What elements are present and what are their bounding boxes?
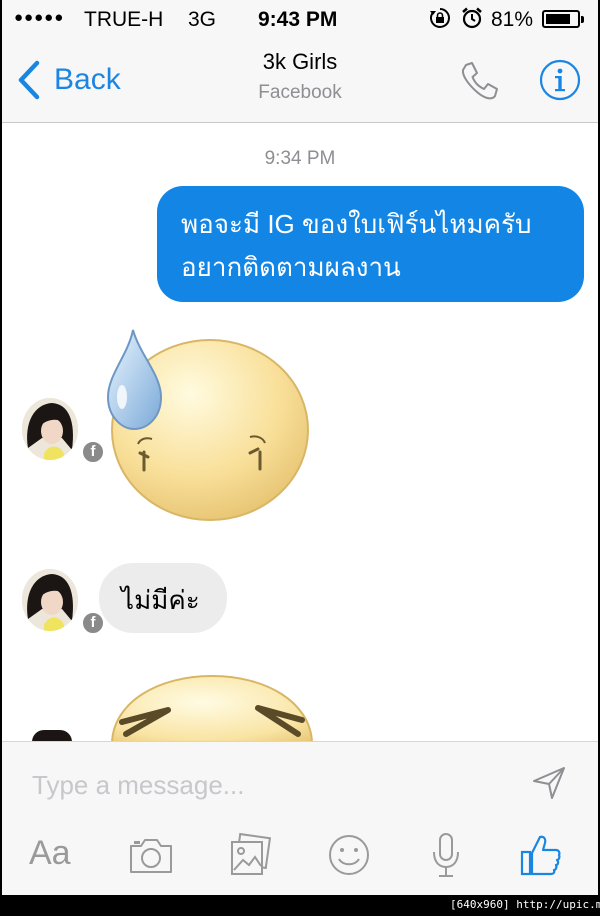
composer-toolbar: Aa bbox=[2, 832, 598, 882]
like-icon[interactable] bbox=[520, 832, 562, 878]
emoji-icon[interactable] bbox=[327, 832, 371, 878]
message-composer: Aa bbox=[2, 741, 598, 895]
nav-bar: Back 3k Girls Facebook bbox=[2, 40, 598, 123]
outgoing-message-bubble[interactable]: พอจะมี IG ของใบเฟิร์นไหมครับ อยากติดตามผ… bbox=[157, 186, 584, 302]
contact-avatar[interactable]: f bbox=[22, 398, 105, 464]
message-timestamp: 9:34 PM bbox=[264, 148, 336, 169]
watermark-text: [640x960] http://upic.me/ bbox=[450, 898, 600, 911]
camera-icon[interactable] bbox=[128, 832, 174, 878]
battery-fill bbox=[546, 14, 570, 24]
battery-icon bbox=[542, 10, 584, 28]
send-icon[interactable] bbox=[530, 764, 568, 802]
message-text: ไม่มีค่ะ bbox=[121, 585, 200, 615]
conversation-title: 3k Girls bbox=[262, 49, 338, 74]
conversation-subtitle: Facebook bbox=[258, 82, 342, 103]
incoming-message-bubble[interactable]: ไม่มีค่ะ bbox=[99, 563, 227, 633]
message-line: พอจะมี IG ของใบเฟิร์นไหมครับ bbox=[181, 209, 532, 239]
alarm-icon bbox=[462, 7, 482, 29]
network-type: 3G bbox=[188, 8, 217, 31]
battery-nub bbox=[581, 16, 584, 23]
text-format-button[interactable]: Aa bbox=[29, 834, 71, 880]
avatar-photo bbox=[22, 398, 78, 460]
squint-face-sticker[interactable] bbox=[108, 674, 318, 742]
info-icon[interactable] bbox=[538, 58, 582, 102]
message-line: อยากติดตามผลงาน bbox=[181, 252, 401, 282]
status-bar: ●●●●● TRUE-H 3G 9:43 PM 81% bbox=[2, 0, 598, 40]
status-time: 9:43 PM bbox=[258, 8, 338, 31]
microphone-icon[interactable] bbox=[430, 832, 462, 878]
messenger-screen: ●●●●● TRUE-H 3G 9:43 PM 81% Back 3k Girl… bbox=[2, 0, 598, 895]
signal-strength: ●●●●● bbox=[14, 9, 65, 26]
message-input[interactable] bbox=[30, 764, 504, 806]
sweat-drop-face-sticker[interactable] bbox=[100, 325, 315, 525]
contact-avatar[interactable]: f bbox=[22, 569, 105, 635]
rotation-lock-icon bbox=[430, 8, 450, 28]
facebook-badge-icon: f bbox=[81, 611, 105, 635]
avatar-photo bbox=[22, 569, 78, 631]
battery-percent: 81% bbox=[491, 8, 534, 31]
gallery-icon[interactable] bbox=[228, 832, 274, 878]
carrier-name: TRUE-H bbox=[84, 8, 164, 31]
phone-icon[interactable] bbox=[457, 59, 501, 103]
